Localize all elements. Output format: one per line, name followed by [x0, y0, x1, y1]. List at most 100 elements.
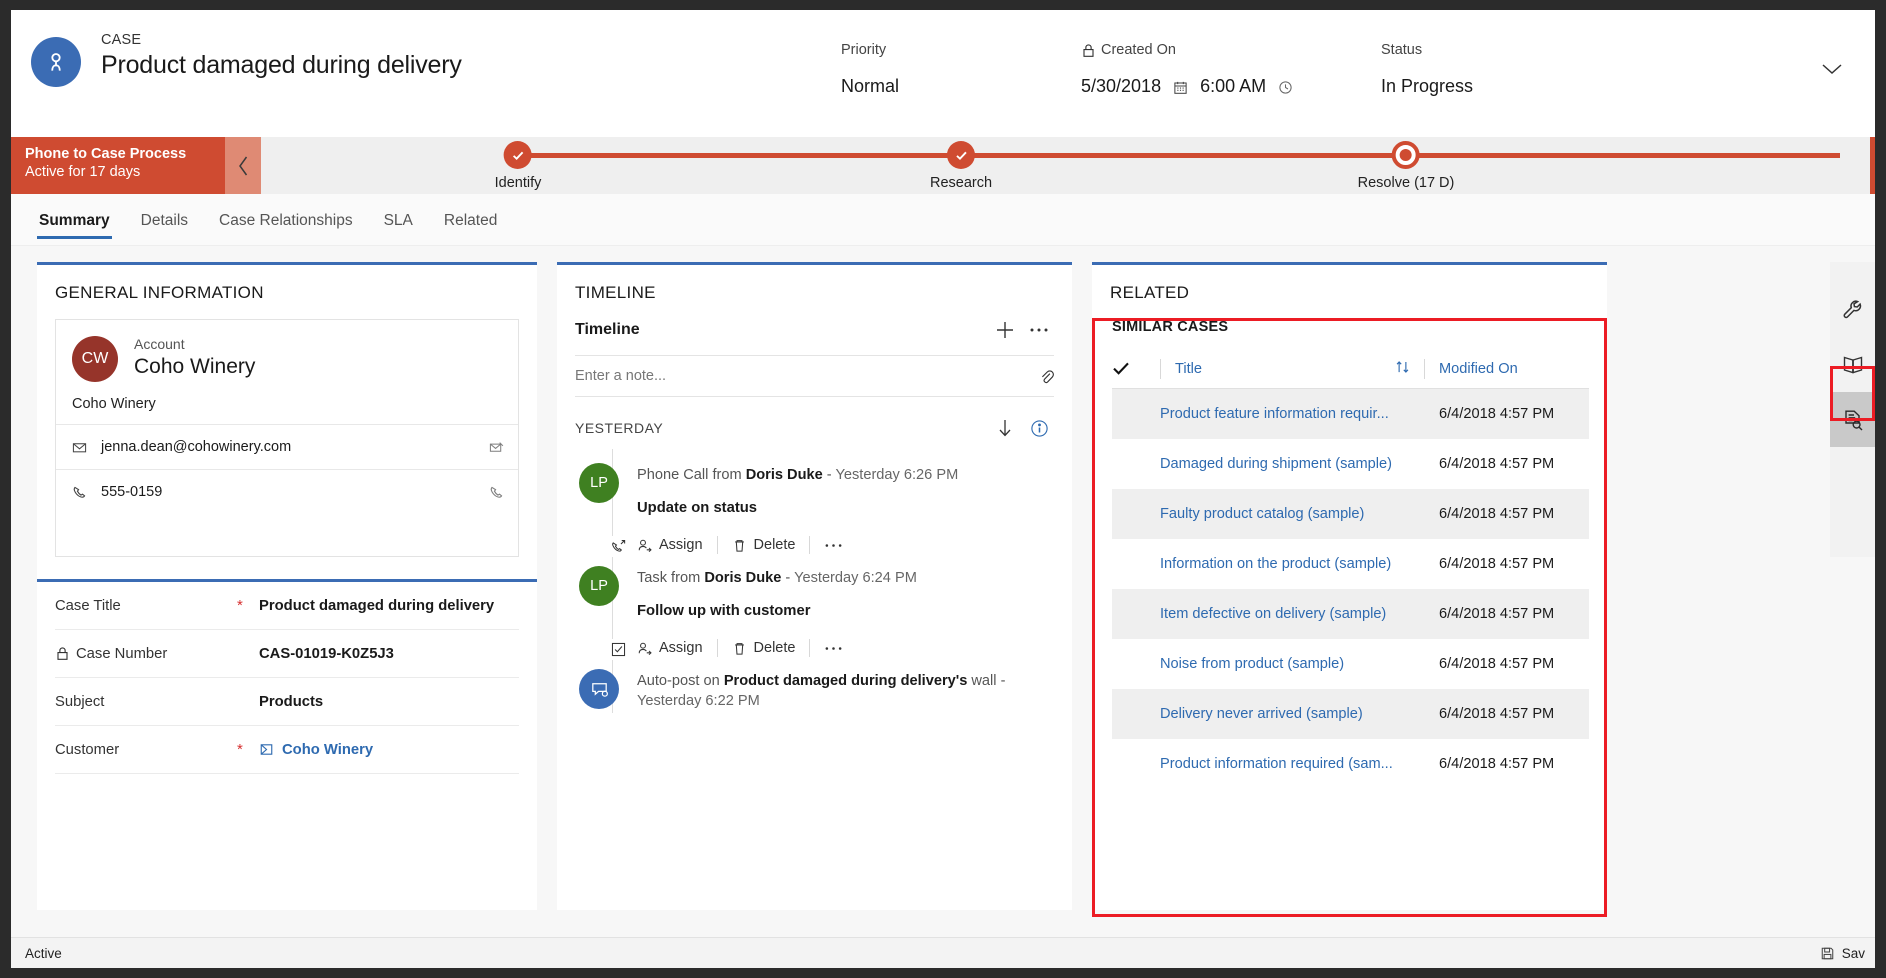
row-title[interactable]: Item defective on delivery (sample) — [1160, 606, 1439, 622]
timeline-heading: TIMELINE — [575, 283, 656, 302]
field-value-link[interactable]: Coho Winery — [259, 742, 373, 758]
entry-more-button[interactable] — [824, 645, 857, 652]
row-title[interactable]: Product information required (sam... — [1160, 756, 1439, 772]
envelope-icon — [72, 440, 87, 455]
lock-icon — [1081, 43, 1096, 58]
process-stage-identify[interactable]: Identify — [494, 137, 542, 191]
field-label: Subject — [55, 693, 105, 710]
row-title[interactable]: Faulty product catalog (sample) — [1160, 506, 1439, 522]
account-phone-row: 555-0159 — [56, 469, 518, 514]
lock-icon — [55, 646, 70, 661]
entry-prefix: Auto-post on — [637, 673, 724, 689]
timeline-more-button[interactable] — [1022, 313, 1056, 347]
table-row[interactable]: Item defective on delivery (sample) 6/4/… — [1112, 589, 1589, 639]
entry-time: Yesterday 6:26 PM — [835, 467, 959, 483]
assign-person-icon — [637, 538, 652, 553]
record-identity: CASE Product damaged during delivery — [11, 32, 841, 87]
timeline-entry-auto-post[interactable]: Auto-post on Product damaged during deli… — [557, 659, 1072, 713]
field-row-customer: Customer * Coho Winery — [55, 726, 519, 774]
similar-cases-title: SIMILAR CASES — [1112, 319, 1229, 335]
row-title[interactable]: Information on the product (sample) — [1160, 556, 1439, 572]
row-title[interactable]: Product feature information requir... — [1160, 406, 1439, 422]
trash-icon — [732, 538, 747, 553]
created-time-value[interactable]: 6:00 AM — [1200, 76, 1266, 97]
status-value[interactable]: In Progress — [1381, 76, 1641, 97]
table-row[interactable]: Delivery never arrived (sample) 6/4/2018… — [1112, 689, 1589, 739]
entry-header: Task from Doris Duke - Yesterday 6:24 PM — [637, 568, 1056, 588]
tab-details[interactable]: Details — [139, 200, 190, 239]
entry-time: Yesterday 6:24 PM — [794, 570, 917, 586]
table-row[interactable]: Noise from product (sample) 6/4/2018 4:5… — [1112, 639, 1589, 689]
calendar-icon[interactable] — [1173, 79, 1188, 94]
select-all-checkmark-icon[interactable] — [1112, 361, 1160, 376]
assign-person-icon — [637, 641, 652, 656]
header-collapse-button[interactable] — [1815, 54, 1849, 84]
column-header-title[interactable]: Title — [1175, 361, 1395, 377]
trash-icon — [732, 641, 747, 656]
process-stages: Identify Research Resolve (17 D) — [261, 137, 1875, 194]
plus-icon — [997, 322, 1013, 338]
entry-prefix: Task from — [637, 570, 705, 586]
timeline-entry-task[interactable]: LP Task from Doris Duke - Yesterday 6:24 — [557, 556, 1072, 660]
timeline-info-button[interactable] — [1022, 411, 1056, 445]
stage-label: Identify — [494, 175, 542, 191]
send-email-icon[interactable] — [489, 440, 504, 455]
required-indicator: * — [237, 597, 243, 614]
business-process-flow: Phone to Case Process Active for 17 days — [11, 137, 1875, 194]
tab-related[interactable]: Related — [442, 200, 499, 239]
dynamics-case-form: CASE Product damaged during delivery Pri… — [0, 0, 1886, 978]
header-divider — [1160, 358, 1161, 379]
timeline-items: LP Phone Call from Doris Duke - Yesterda… — [557, 445, 1072, 713]
timeline-add-button[interactable] — [988, 313, 1022, 347]
rail-button-knowledge[interactable] — [1830, 337, 1875, 392]
form-tabs: Summary Details Case Relationships SLA R… — [11, 194, 1875, 246]
process-stage-resolve[interactable]: Resolve (17 D) — [1358, 137, 1454, 191]
row-title[interactable]: Damaged during shipment (sample) — [1160, 456, 1439, 472]
clock-icon[interactable] — [1278, 79, 1293, 94]
rail-button-service[interactable] — [1830, 282, 1875, 337]
row-title[interactable]: Delivery never arrived (sample) — [1160, 706, 1439, 722]
row-title[interactable]: Noise from product (sample) — [1160, 656, 1439, 672]
table-row[interactable]: Product feature information requir... 6/… — [1112, 389, 1589, 439]
created-on-text: Created On — [1101, 42, 1176, 58]
timeline-day-label: YESTERDAY — [575, 420, 664, 436]
paperclip-icon[interactable] — [1039, 369, 1054, 384]
sort-updown-icon[interactable] — [1395, 359, 1424, 379]
account-phone-value[interactable]: 555-0159 — [101, 484, 475, 500]
entry-more-button[interactable] — [824, 542, 857, 549]
delete-button[interactable]: Delete — [732, 640, 810, 656]
save-status[interactable]: Sav — [1820, 946, 1865, 961]
process-collapse-button[interactable] — [225, 137, 261, 194]
priority-value[interactable]: Normal — [841, 76, 1081, 97]
case-field-form: Case Title * Product damaged during deli… — [37, 579, 537, 774]
row-modified-on: 6/4/2018 4:57 PM — [1439, 556, 1555, 572]
process-stage-research[interactable]: Research — [930, 137, 992, 191]
column-header-modified-on[interactable]: Modified On — [1439, 361, 1589, 377]
rail-button-similar-records[interactable] — [1830, 392, 1875, 447]
assign-button[interactable]: Assign — [637, 537, 717, 553]
field-value[interactable]: Products — [259, 694, 323, 710]
account-email-value[interactable]: jenna.dean@cohowinery.com — [101, 439, 475, 455]
table-row[interactable]: Damaged during shipment (sample) 6/4/201… — [1112, 439, 1589, 489]
table-row[interactable]: Faulty product catalog (sample) 6/4/2018… — [1112, 489, 1589, 539]
timeline-note-input[interactable]: Enter a note... — [575, 355, 1054, 397]
table-row[interactable]: Product information required (sam... 6/4… — [1112, 739, 1589, 789]
assign-button[interactable]: Assign — [637, 640, 717, 656]
created-date-value[interactable]: 5/30/2018 — [1081, 76, 1161, 97]
tab-sla[interactable]: SLA — [382, 200, 415, 239]
tab-case-relationships[interactable]: Case Relationships — [217, 200, 355, 239]
assign-label: Assign — [659, 537, 703, 553]
table-row[interactable]: Information on the product (sample) 6/4/… — [1112, 539, 1589, 589]
related-panel: RELATED SIMILAR CASES Title Modified On … — [1092, 262, 1607, 917]
window-frame-bottom — [0, 968, 1886, 978]
book-icon — [1843, 356, 1862, 374]
delete-button[interactable]: Delete — [732, 537, 810, 553]
field-value[interactable]: Product damaged during delivery — [259, 598, 494, 614]
timeline-entry-phone-call[interactable]: LP Phone Call from Doris Duke - Yesterda… — [557, 453, 1072, 557]
timeline-sort-button[interactable] — [988, 411, 1022, 445]
process-title-block[interactable]: Phone to Case Process Active for 17 days — [11, 137, 261, 194]
call-icon[interactable] — [489, 485, 504, 500]
tab-summary[interactable]: Summary — [37, 200, 112, 239]
account-name[interactable]: Coho Winery — [134, 355, 255, 379]
record-header: CASE Product damaged during delivery Pri… — [11, 10, 1875, 137]
